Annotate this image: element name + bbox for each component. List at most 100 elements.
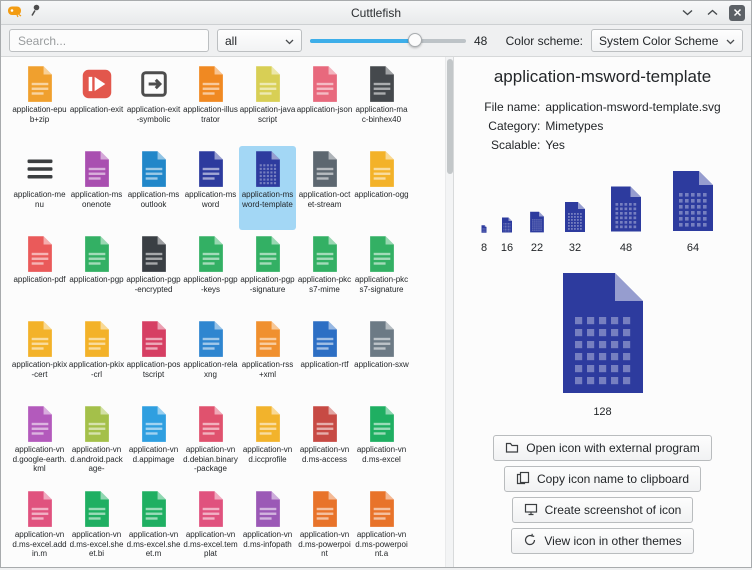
icon-grid-item[interactable]: application-pgp-encrypted <box>125 231 182 315</box>
icon-grid-item[interactable]: application-msword-template <box>239 146 296 230</box>
icon-grid-item-label: application-pkix-crl <box>69 360 125 379</box>
icon-grid-item[interactable]: application-exit <box>68 61 125 145</box>
icon-grid-item[interactable]: application-vnd.iccprofile <box>239 401 296 485</box>
icon-grid-item[interactable]: application-vnd.appimage <box>125 401 182 485</box>
application-exit-icon <box>77 64 117 104</box>
icon-grid-item[interactable]: application-postscript <box>125 316 182 400</box>
icon-grid-item[interactable]: application-pkcs7-signature <box>353 231 410 315</box>
application-mac-binhex40-icon <box>362 64 402 104</box>
icon-grid-item[interactable]: application-relaxng <box>182 316 239 400</box>
icon-grid-item[interactable]: application-javascript <box>239 61 296 145</box>
grid-scrollbar[interactable] <box>445 57 453 567</box>
application-pkcs7-signature-icon <box>362 234 402 274</box>
icon-grid-item-label: application-msoutlook <box>126 190 182 209</box>
icon-grid-item[interactable]: application-vnd.google-earth.kml <box>11 401 68 485</box>
preview-size-16: 16 <box>499 217 515 254</box>
icon-grid-item[interactable]: application-msword <box>182 146 239 230</box>
application-vnd.ms-powerpoint-icon <box>305 489 345 529</box>
copy-button[interactable]: Copy icon name to clipboard <box>504 466 701 492</box>
minimize-button[interactable] <box>679 5 695 21</box>
icon-grid-item[interactable]: application-vnd.ms-powerpoint.a <box>353 486 410 570</box>
icon-grid-item-label: application-vnd.ms-excel.templat <box>183 530 239 559</box>
icon-grid-item-label: application-epub+zip <box>12 105 68 124</box>
color-scheme-dropdown[interactable]: System Color Scheme <box>591 29 743 52</box>
icon-grid-item[interactable]: application-json <box>296 61 353 145</box>
icon-grid-item[interactable]: application-vnd.debian.binary-package <box>182 401 239 485</box>
icon-grid-item[interactable]: application-pdf <box>11 231 68 315</box>
application-rtf-icon <box>305 319 345 359</box>
search-input[interactable] <box>9 29 209 52</box>
icon-grid-item-label: application-pgp <box>69 275 125 285</box>
application-vnd.ms-powerpoint.a-icon <box>362 489 402 529</box>
icon-grid-item[interactable]: application-menu <box>11 146 68 230</box>
icon-grid-item[interactable]: application-sxw <box>353 316 410 400</box>
category-dropdown[interactable]: all <box>217 29 302 52</box>
application-vnd.ms-excel.addin.m-icon <box>20 489 60 529</box>
preview-size-32: 32 <box>559 201 591 254</box>
action-button-label: Copy icon name to clipboard <box>537 472 689 486</box>
application-pgp-keys-icon <box>191 234 231 274</box>
icon-grid-item[interactable]: application-pkix-crl <box>68 316 125 400</box>
icon-grid-item-label: application-relaxng <box>183 360 239 379</box>
icon-grid-item[interactable]: application-rtf <box>296 316 353 400</box>
action-button-label: Open icon with external program <box>526 441 699 455</box>
icon-grid-item[interactable]: application-vnd.ms-infopath <box>239 486 296 570</box>
pin-icon[interactable] <box>29 3 42 22</box>
icon-grid-item-label: application-pkcs7-signature <box>354 275 410 294</box>
application-sxw-icon <box>362 319 402 359</box>
icon-grid-item[interactable]: application-vnd.ms-access <box>296 401 353 485</box>
application-javascript-icon <box>248 64 288 104</box>
maximize-button[interactable] <box>704 5 720 21</box>
icon-grid-item[interactable]: application-ogg <box>353 146 410 230</box>
icon-grid-item[interactable]: application-pgp-signature <box>239 231 296 315</box>
icon-grid-item[interactable]: application-vnd.ms-excel <box>353 401 410 485</box>
icon-grid-item-label: application-vnd.android.package- <box>69 445 125 474</box>
icon-grid-item[interactable]: application-vnd.android.package- <box>68 401 125 485</box>
chevron-down-icon <box>726 34 735 48</box>
preview-icon <box>526 211 548 238</box>
icon-grid-item[interactable]: application-pgp-keys <box>182 231 239 315</box>
icon-grid-item-label: application-rtf <box>297 360 353 370</box>
copy-icon <box>516 471 530 488</box>
application-postscript-icon <box>134 319 174 359</box>
icon-grid-item[interactable]: application-pkcs7-mime <box>296 231 353 315</box>
icon-grid-item[interactable]: application-pgp <box>68 231 125 315</box>
icon-grid-item-label: application-pdf <box>12 275 68 285</box>
application-relaxng-icon <box>191 319 231 359</box>
icon-grid-item[interactable]: application-vnd.ms-excel.templat <box>182 486 239 570</box>
icon-grid-item[interactable]: application-mac-binhex40 <box>353 61 410 145</box>
icon-grid-item[interactable]: application-illustrator <box>182 61 239 145</box>
preview-size-label: 128 <box>593 406 611 418</box>
application-vnd.ms-excel-icon <box>362 404 402 444</box>
icon-grid-item[interactable]: application-exit-symbolic <box>125 61 182 145</box>
icon-grid-item[interactable]: application-msonenote <box>68 146 125 230</box>
icon-grid-item[interactable]: application-rss+xml <box>239 316 296 400</box>
screenshot-button[interactable]: Create screenshot of icon <box>512 497 694 523</box>
icon-grid-item-label: application-vnd.ms-excel <box>354 445 410 464</box>
grid-scrollbar-thumb[interactable] <box>447 59 453 174</box>
icon-grid-item-label: application-vnd.ms-excel.addin.m <box>12 530 68 559</box>
icon-grid-item[interactable]: application-vnd.ms-excel.addin.m <box>11 486 68 570</box>
icon-grid-item-label: application-exit <box>69 105 125 115</box>
folder-open-button[interactable]: Open icon with external program <box>493 435 711 461</box>
preview-size-label: 8 <box>481 242 487 254</box>
titlebar[interactable]: Cuttlefish <box>1 1 751 25</box>
icon-grid-item[interactable]: application-vnd.ms-excel.sheet.bi <box>68 486 125 570</box>
icon-grid-item[interactable]: application-pkix-cert <box>11 316 68 400</box>
icon-grid-item[interactable]: application-vnd.ms-excel.sheet.m <box>125 486 182 570</box>
toolbar: all 48 Color scheme: System Color Scheme <box>1 25 751 57</box>
application-pgp-icon <box>77 234 117 274</box>
icon-grid-item[interactable]: application-msoutlook <box>125 146 182 230</box>
application-octet-stream-icon <box>305 149 345 189</box>
icon-grid-item[interactable]: application-octet-stream <box>296 146 353 230</box>
icon-grid-item-label: application-illustrator <box>183 105 239 124</box>
view-themes-button[interactable]: View icon in other themes <box>511 528 693 554</box>
size-slider-handle[interactable] <box>408 33 422 47</box>
preview-size-48: 48 <box>602 185 650 254</box>
icon-grid-item[interactable]: application-epub+zip <box>11 61 68 145</box>
close-button[interactable] <box>729 5 745 21</box>
size-slider[interactable] <box>310 30 466 52</box>
application-exit-symbolic-icon <box>134 64 174 104</box>
icon-grid-item[interactable]: application-vnd.ms-powerpoint <box>296 486 353 570</box>
icon-grid-item-label: application-sxw <box>354 360 410 370</box>
